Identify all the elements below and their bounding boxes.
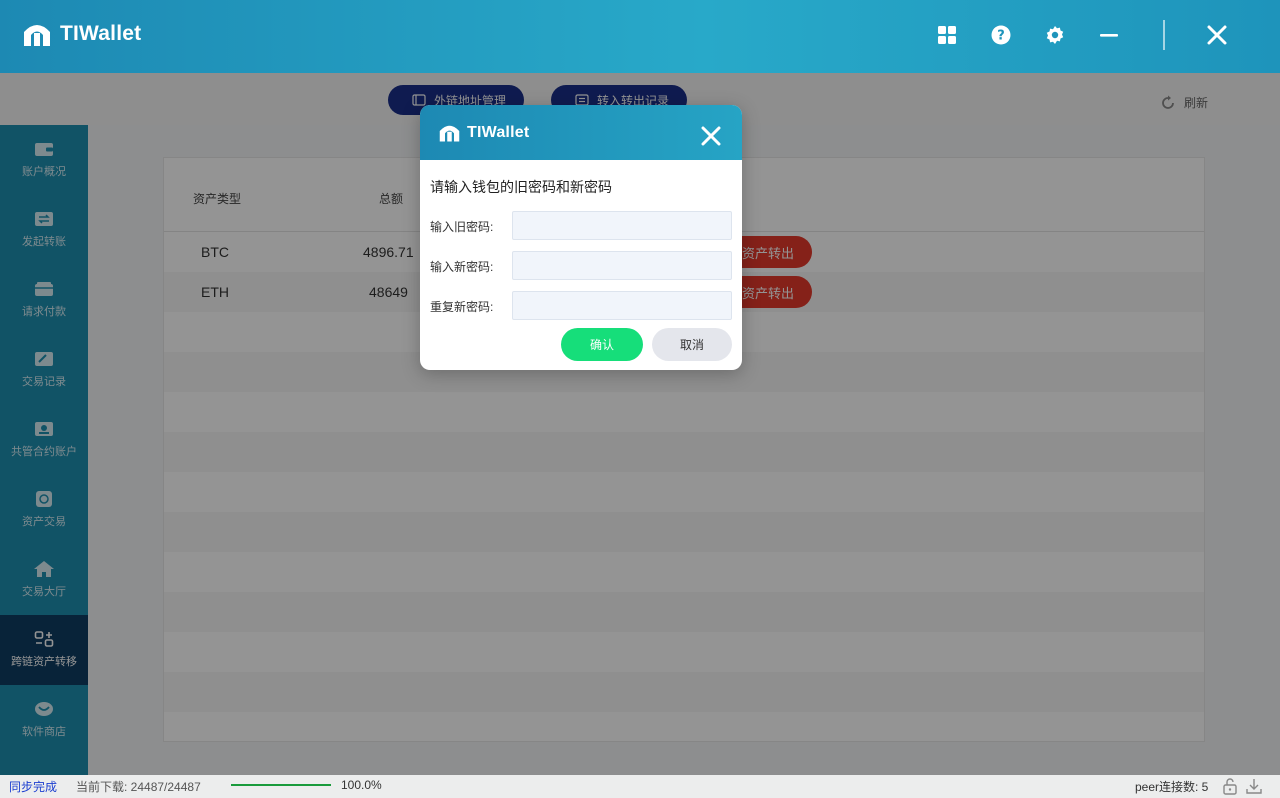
header-divider [1163, 20, 1165, 50]
dialog-header: TIWallet [420, 105, 742, 160]
lock-icon[interactable] [1221, 777, 1239, 795]
logo-icon [439, 125, 460, 142]
sync-progress-bar [231, 784, 331, 786]
dialog-title: TIWallet [467, 123, 530, 141]
app-logo: TIWallet [22, 20, 141, 48]
app-title: TIWallet [60, 22, 142, 45]
new-password-label: 输入新密码: [430, 260, 494, 274]
peer-count: peer连接数: 5 [1135, 780, 1209, 794]
logo-icon [24, 25, 50, 46]
cancel-button[interactable]: 取消 [652, 328, 732, 361]
confirm-button[interactable]: 确认 [561, 328, 643, 361]
minimize-icon[interactable] [1098, 24, 1120, 46]
old-password-field[interactable] [512, 211, 732, 240]
settings-icon[interactable] [1044, 24, 1066, 46]
close-icon[interactable] [1206, 24, 1228, 46]
sync-progress-text: 100.0% [341, 778, 382, 792]
sync-status: 同步完成 [9, 780, 58, 794]
repeat-password-field[interactable] [512, 291, 732, 320]
status-bar: 同步完成 当前下载: 24487/24487 100.0% peer连接数: 5 [0, 775, 1280, 798]
change-password-dialog: TIWallet 请输入钱包的旧密码和新密码 输入旧密码: 输入新密码: 重复新… [420, 105, 742, 370]
svg-text:?: ? [997, 29, 1005, 44]
grid-icon[interactable] [936, 24, 958, 46]
new-password-field[interactable] [512, 251, 732, 280]
dialog-logo: TIWallet [438, 122, 529, 143]
download-icon[interactable] [1245, 777, 1263, 795]
old-password-label: 输入旧密码: [430, 220, 494, 234]
sync-progress-fill [231, 784, 331, 786]
app-header: TIWallet ? [0, 0, 1280, 73]
dialog-close-icon[interactable] [700, 125, 722, 147]
repeat-password-label: 重复新密码: [430, 300, 494, 314]
dialog-heading: 请输入钱包的旧密码和新密码 [430, 179, 612, 195]
download-status: 当前下载: 24487/24487 [76, 780, 201, 794]
help-icon[interactable]: ? [990, 24, 1012, 46]
